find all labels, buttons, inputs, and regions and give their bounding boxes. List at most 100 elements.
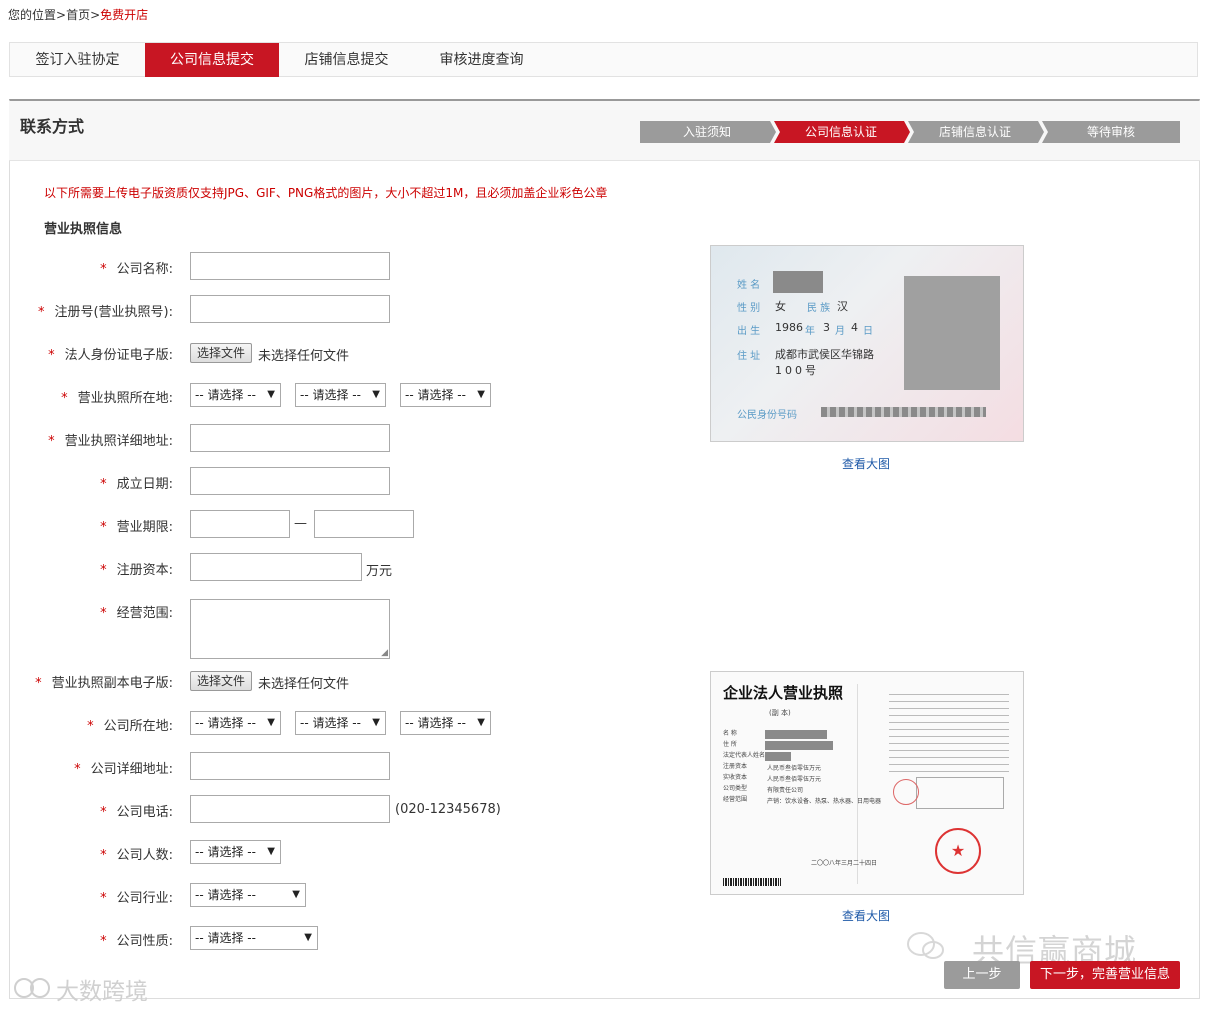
license-date: 二〇〇八年三月二十四日 (811, 860, 878, 867)
company-district-select[interactable]: -- 请选择 -- ▼ (400, 711, 491, 735)
company-province-select[interactable]: -- 请选择 -- ▼ (190, 711, 281, 735)
breadcrumb: 您的位置>首页>免费开店 (8, 6, 148, 23)
industry-select[interactable]: -- 请选择 -- ▼ (190, 883, 306, 907)
license-addr-blur (765, 741, 833, 750)
license-fold-line (857, 684, 858, 884)
label-license-address: * 营业执照详细地址: (48, 434, 173, 449)
breadcrumb-home[interactable]: 首页 (66, 8, 90, 22)
breadcrumb-sep: > (90, 8, 101, 22)
label-company-location: * 公司所在地: (87, 719, 173, 734)
step-company: 公司信息认证 (804, 125, 877, 139)
tab-sign-agreement[interactable]: 签订入驻协定 (10, 43, 145, 77)
label-industry: * 公司行业: (100, 891, 173, 906)
id-card-sample-image: 姓 名 性 别 女 民 族 汉 出 生 1986 年 3 月 4 日 住 址 成… (710, 245, 1024, 442)
id-photo-blur (904, 276, 1000, 390)
id-year-unit: 年 (805, 326, 815, 337)
label-company-name: * 公司名称: (100, 262, 173, 277)
scope-textarea[interactable]: ◢ (190, 599, 390, 659)
id-birth-label: 出 生 (737, 326, 761, 337)
id-gender-label: 性 别 (737, 303, 761, 314)
id-number-blur (821, 407, 986, 417)
license-seal-star-icon: ★ (935, 828, 981, 874)
label-term: * 营业期限: (100, 520, 173, 535)
license-capital: 人民币叁佰零伍万元 (767, 765, 822, 772)
id-ethnic-label: 民 族 (807, 303, 831, 314)
step-waiting: 等待审核 (1086, 125, 1135, 139)
label-company-address: * 公司详细地址: (74, 762, 173, 777)
label-license-location: * 营业执照所在地: (61, 391, 173, 406)
tab-company-info[interactable]: 公司信息提交 (145, 43, 279, 77)
license-address-input[interactable] (190, 424, 390, 452)
license-row-labels: 名 称 住 所 法定代表人姓名 注册资本 实收资本 公司类型 经营范围 (723, 730, 766, 803)
company-address-input[interactable] (190, 752, 390, 780)
id-birth-month: 3 (823, 321, 830, 334)
step-notice: 入驻须知 (682, 125, 731, 139)
id-birth-year: 1986 (775, 321, 803, 334)
label-scope: * 经营范围: (100, 606, 173, 621)
license-scope: 产销：饮水设备、热泵、热水器、日用电器 (767, 798, 882, 805)
license-sub: (副 本) (769, 709, 791, 717)
label-headcount: * 公司人数: (100, 848, 173, 863)
tab-bar: 签订入驻协定 公司信息提交 店铺信息提交 审核进度查询 (9, 42, 1198, 77)
nature-select[interactable]: -- 请选择 -- ▼ (190, 926, 318, 950)
breadcrumb-prefix: 您的位置> (8, 8, 67, 22)
watermark-left: 大数跨境 (56, 979, 148, 1005)
label-phone: * 公司电话: (100, 805, 173, 820)
id-addr-line2: 100号 (775, 364, 819, 377)
license-barcode (723, 878, 781, 886)
id-name-blur (773, 271, 823, 293)
label-founded: * 成立日期: (100, 477, 173, 492)
resize-handle-icon[interactable]: ◢ (381, 648, 388, 658)
tab-review-progress[interactable]: 审核进度查询 (414, 43, 549, 77)
license-name-blur (765, 730, 827, 739)
prev-step-button[interactable]: 上一步 (944, 961, 1020, 989)
id-addr-label: 住 址 (737, 351, 761, 362)
watermark-logo-icon (12, 972, 54, 1002)
license-district-select[interactable]: -- 请选择 -- ▼ (400, 383, 491, 407)
license-copy-file-status: 未选择任何文件 (258, 677, 350, 692)
license-title: 企业法人营业执照 (723, 684, 844, 702)
id-number-label: 公民身份号码 (737, 410, 797, 421)
capital-unit: 万元 (366, 564, 393, 579)
reg-no-input[interactable] (190, 295, 390, 323)
term-start-input[interactable] (190, 510, 290, 538)
id-ethnic: 汉 (837, 300, 848, 313)
wechat-icon (906, 930, 946, 962)
label-reg-no: * 注册号(营业执照号): (37, 305, 173, 320)
view-large-license-link[interactable]: 查看大图 (842, 907, 890, 924)
id-month-unit: 月 (835, 326, 845, 337)
term-end-input[interactable] (314, 510, 414, 538)
license-paid: 人民币叁佰零伍万元 (767, 776, 822, 783)
label-capital: * 注册资本: (100, 563, 173, 578)
breadcrumb-current: 免费开店 (100, 8, 149, 22)
license-province-select[interactable]: -- 请选择 -- ▼ (190, 383, 281, 407)
step-shop: 店铺信息认证 (938, 125, 1011, 139)
label-id-card: * 法人身份证电子版: (48, 348, 173, 363)
company-city-select[interactable]: -- 请选择 -- ▼ (295, 711, 386, 735)
tab-shop-info[interactable]: 店铺信息提交 (279, 43, 414, 77)
id-day-unit: 日 (863, 326, 873, 337)
id-card-file-status: 未选择任何文件 (258, 349, 350, 364)
license-record-box (916, 777, 1004, 809)
section-title: 营业执照信息 (44, 222, 123, 237)
license-notes-text (889, 694, 1009, 774)
id-addr-line1: 成都市武侯区华锦路 (775, 348, 874, 361)
license-rep-blur (765, 752, 791, 761)
id-birth-day: 4 (851, 321, 858, 334)
next-step-button[interactable]: 下一步，完善营业信息 (1030, 961, 1180, 989)
license-small-seal (893, 779, 919, 805)
id-gender: 女 (775, 300, 786, 313)
company-name-input[interactable] (190, 252, 390, 280)
license-sample-image: 企业法人营业执照 (副 本) 名 称 住 所 法定代表人姓名 注册资本 实收资本… (710, 671, 1024, 895)
license-copy-file-button[interactable]: 选择文件 (190, 671, 253, 691)
id-card-file-button[interactable]: 选择文件 (190, 343, 253, 363)
phone-hint: (020-12345678) (395, 802, 501, 817)
license-type: 有限责任公司 (767, 787, 804, 794)
panel-title: 联系方式 (20, 117, 85, 136)
headcount-select[interactable]: -- 请选择 -- ▼ (190, 840, 281, 864)
license-city-select[interactable]: -- 请选择 -- ▼ (295, 383, 386, 407)
phone-input[interactable] (190, 795, 390, 823)
founded-date-input[interactable] (190, 467, 390, 495)
view-large-id-link[interactable]: 查看大图 (842, 455, 890, 472)
capital-input[interactable] (190, 553, 362, 581)
